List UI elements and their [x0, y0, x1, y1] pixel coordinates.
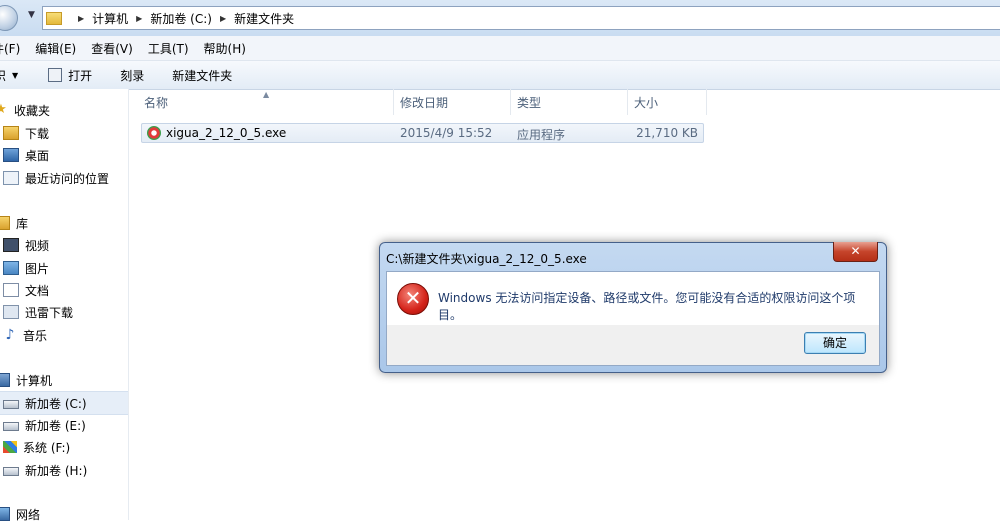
sidebar-label: 新加卷 (E:)	[25, 418, 86, 433]
burn-button[interactable]: 刻录	[120, 67, 144, 84]
breadcrumb: ▶ 计算机 ▶ 新加卷 (C:) ▶ 新建文件夹	[70, 10, 294, 27]
organize-button[interactable]: 织 ▼	[0, 67, 18, 84]
new-folder-label: 新建文件夹	[172, 68, 233, 83]
chevron-down-icon: ▼	[12, 70, 19, 80]
sidebar-label: 新加卷 (C:)	[25, 396, 87, 411]
open-button[interactable]: 打开	[48, 67, 92, 84]
sidebar-item-recent[interactable]: 最近访问的位置	[0, 167, 128, 189]
sidebar-item-network[interactable]: 网络	[0, 503, 128, 525]
recent-pages-dropdown-icon[interactable]: ▼	[28, 10, 35, 20]
library-icon	[0, 216, 10, 230]
sidebar-label: 下载	[25, 126, 50, 141]
sidebar-item-drive-c[interactable]: 新加卷 (C:)	[0, 391, 128, 415]
menu-view[interactable]: 查看(V)	[91, 40, 133, 57]
open-icon	[48, 68, 63, 82]
new-folder-button[interactable]: 新建文件夹	[172, 67, 232, 84]
file-date: 2015/4/9 15:52	[400, 126, 493, 140]
picture-icon	[3, 261, 19, 275]
sidebar-item-downloads[interactable]: 下载	[0, 122, 128, 144]
close-button[interactable]: ✕	[833, 242, 878, 262]
menu-help[interactable]: 帮助(H)	[204, 40, 246, 57]
column-header-size[interactable]: 大小	[628, 89, 707, 115]
sidebar-item-music[interactable]: ♪ 音乐	[0, 324, 128, 346]
back-button[interactable]	[0, 5, 18, 31]
menu-bar: 件(F) 编辑(E) 查看(V) 工具(T) 帮助(H)	[0, 36, 1000, 61]
xunlei-download-icon	[3, 305, 19, 319]
breadcrumb-computer[interactable]: 计算机	[92, 10, 128, 27]
system-drive-icon	[3, 441, 17, 453]
dialog-title: C:\新建文件夹\xigua_2_12_0_5.exe	[386, 252, 587, 266]
sidebar-item-drive-f[interactable]: 系统 (F:)	[0, 436, 128, 458]
sidebar-label: 迅雷下载	[25, 305, 74, 320]
sidebar-item-desktop[interactable]: 桌面	[0, 144, 128, 166]
video-icon	[3, 238, 19, 252]
xigua-app-icon	[147, 126, 161, 140]
sidebar-item-pictures[interactable]: 图片	[0, 257, 128, 279]
drive-icon	[3, 422, 19, 431]
sidebar-label: 视频	[25, 238, 50, 253]
sidebar-label: 文档	[25, 283, 50, 298]
breadcrumb-arrow-icon[interactable]: ▶	[220, 14, 226, 23]
file-size: 21,710 KB	[636, 126, 698, 140]
error-x-glyph: ✕	[404, 286, 422, 310]
sidebar-item-computer[interactable]: 计算机	[0, 369, 128, 391]
command-bar: 织 ▼ 打开 刻录 新建文件夹	[0, 61, 1000, 90]
sidebar-item-documents[interactable]: 文档	[0, 279, 128, 301]
breadcrumb-arrow-icon[interactable]: ▶	[78, 14, 84, 23]
dialog-body: ✕ Windows 无法访问指定设备、路径或文件。您可能没有合适的权限访问这个项…	[386, 271, 880, 326]
sidebar-label: 库	[16, 216, 29, 231]
document-icon	[3, 283, 19, 297]
sidebar-item-videos[interactable]: 视频	[0, 234, 128, 256]
sidebar-label: 最近访问的位置	[25, 171, 110, 186]
organize-label: 织	[0, 68, 7, 83]
address-box[interactable]: ▶ 计算机 ▶ 新加卷 (C:) ▶ 新建文件夹	[42, 6, 1000, 30]
sidebar-item-drive-h[interactable]: 新加卷 (H:)	[0, 459, 128, 481]
downloads-folder-icon	[3, 126, 19, 140]
menu-file[interactable]: 件(F)	[0, 40, 20, 57]
column-header-type[interactable]: 类型	[511, 89, 628, 115]
sidebar-label: 桌面	[25, 148, 50, 163]
sort-ascending-icon: ▲	[263, 90, 270, 99]
desktop-icon	[3, 148, 19, 162]
sidebar-label: 音乐	[23, 328, 48, 343]
recent-places-icon	[3, 171, 19, 185]
sidebar-item-libraries[interactable]: 库	[0, 212, 128, 234]
drive-icon	[3, 467, 19, 476]
sidebar-label: 新加卷 (H:)	[25, 463, 88, 478]
ok-button[interactable]: 确定	[804, 332, 866, 354]
sidebar-label: 收藏夹	[14, 103, 51, 118]
burn-label: 刻录	[120, 68, 145, 83]
column-header-name[interactable]: 名称	[128, 89, 394, 115]
sidebar-label: 图片	[25, 261, 50, 276]
dialog-footer: 确定	[386, 325, 880, 366]
breadcrumb-drive-c[interactable]: 新加卷 (C:)	[150, 10, 212, 27]
file-type: 应用程序	[517, 128, 566, 142]
sidebar-item-xunlei[interactable]: 迅雷下载	[0, 301, 128, 323]
menu-edit[interactable]: 编辑(E)	[35, 40, 76, 57]
file-row[interactable]: xigua_2_12_0_5.exe 2015/4/9 15:52 应用程序 2…	[141, 123, 704, 143]
navigation-pane: ★ 收藏夹 下载 桌面 最近访问的位置 库 视频 图片 文档 迅雷下载 ♪ 音乐…	[0, 89, 129, 522]
breadcrumb-new-folder[interactable]: 新建文件夹	[234, 10, 294, 27]
sidebar-item-favorites[interactable]: ★ 收藏夹	[0, 99, 128, 121]
error-dialog: C:\新建文件夹\xigua_2_12_0_5.exe ✕ ✕ Windows …	[379, 242, 887, 373]
file-name: xigua_2_12_0_5.exe	[166, 126, 287, 140]
sidebar-label: 计算机	[16, 373, 53, 388]
column-header-date[interactable]: 修改日期	[394, 89, 511, 115]
address-bar-area: ▼ ▶ 计算机 ▶ 新加卷 (C:) ▶ 新建文件夹	[0, 0, 1000, 36]
music-note-icon: ♪	[5, 327, 15, 343]
sidebar-label: 系统 (F:)	[23, 440, 71, 455]
drive-icon	[3, 400, 19, 409]
star-icon: ★	[0, 102, 7, 117]
computer-icon	[0, 373, 10, 387]
error-message: Windows 无法访问指定设备、路径或文件。您可能没有合适的权限访问这个项目。	[438, 291, 856, 322]
network-icon	[0, 507, 10, 521]
folder-icon	[46, 11, 62, 25]
menu-tools[interactable]: 工具(T)	[148, 40, 189, 57]
open-label: 打开	[68, 68, 93, 83]
sidebar-item-drive-e[interactable]: 新加卷 (E:)	[0, 414, 128, 436]
breadcrumb-arrow-icon[interactable]: ▶	[136, 14, 142, 23]
